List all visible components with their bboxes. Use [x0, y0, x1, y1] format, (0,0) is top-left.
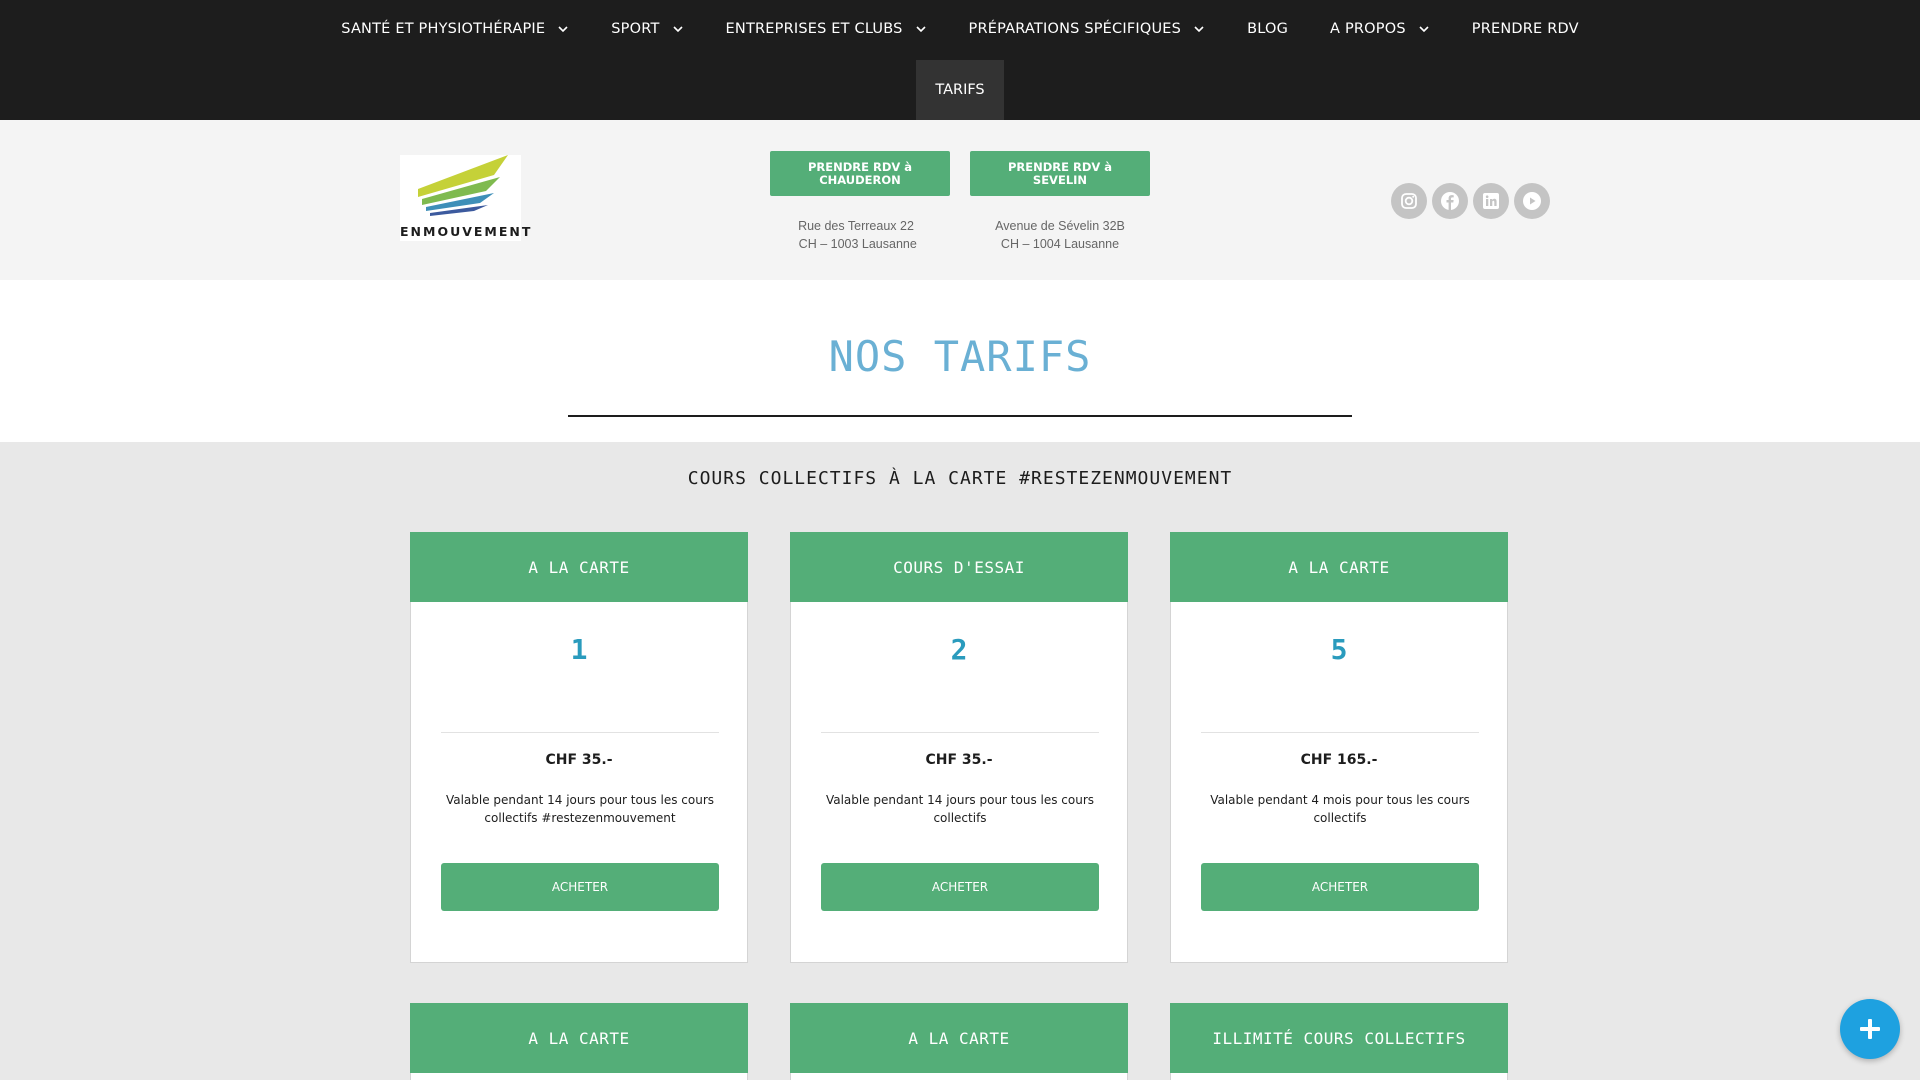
card-header: A LA CARTE	[790, 1003, 1128, 1073]
plus-icon	[1860, 1019, 1880, 1039]
nav-item-label: PRENDRE RDV	[1471, 21, 1579, 37]
nav-item-label: SPORT	[611, 21, 660, 37]
pricing-card: A LA CARTE 5 CHF 165.- Valable pendant 4…	[1170, 532, 1508, 963]
address-line: CH – 1004 Lausanne	[1000, 237, 1120, 251]
logo[interactable]: ENMOUVEMENT	[400, 155, 533, 241]
youtube-link[interactable]	[1514, 183, 1550, 219]
pricing-card: A LA CARTE	[410, 1003, 748, 1080]
nav-item-label: A PROPOS	[1330, 21, 1406, 37]
card-count: 1	[570, 633, 588, 666]
page-title: NOS TARIFS	[828, 332, 1092, 381]
logo-mark-icon	[418, 155, 508, 216]
card-divider	[821, 732, 1099, 733]
pricing-card: A LA CARTE	[790, 1003, 1128, 1080]
card-count: 2	[950, 633, 968, 666]
address-line: Rue des Terreaux 22	[798, 219, 914, 233]
nav-menu: SANTÉ ET PHYSIOTHÉRAPIE SPORT ENTREPRISE…	[0, 0, 1920, 58]
section-heading: COURS COLLECTIFS À LA CARTE #RESTEZENMOU…	[687, 468, 1233, 489]
floating-action-button[interactable]	[1840, 999, 1900, 1059]
address-chauderon: Rue des Terreaux 22 CH – 1003 Lausanne	[756, 217, 956, 253]
nav-item-a-propos[interactable]: A PROPOS	[1309, 0, 1451, 58]
card-header: A LA CARTE	[410, 532, 748, 602]
prendre-rdv-chauderon-button[interactable]: PRENDRE RDV à CHAUDERON	[770, 151, 950, 196]
top-navigation: SANTÉ ET PHYSIOTHÉRAPIE SPORT ENTREPRISE…	[0, 0, 1920, 120]
chevron-down-icon	[1419, 26, 1429, 33]
chevron-down-icon	[1194, 26, 1204, 33]
card-header: A LA CARTE	[1170, 532, 1508, 602]
nav-item-preparations[interactable]: PRÉPARATIONS SPÉCIFIQUES	[948, 0, 1227, 58]
card-description: Valable pendant 14 jours pour tous les c…	[825, 793, 1095, 825]
site-header: ENMOUVEMENT PRENDRE RDV à CHAUDERON PREN…	[0, 120, 1920, 280]
nav-item-sport[interactable]: SPORT	[590, 0, 704, 58]
card-price: CHF 35.-	[545, 752, 613, 768]
nav-menu-row-2: TARIFS	[0, 60, 1920, 120]
nav-item-sante[interactable]: SANTÉ ET PHYSIOTHÉRAPIE	[320, 0, 590, 58]
chevron-down-icon	[558, 26, 568, 33]
instagram-icon	[1401, 193, 1417, 209]
chevron-down-icon	[672, 26, 683, 33]
buy-button[interactable]: ACHETER	[1201, 863, 1479, 911]
linkedin-link[interactable]	[1473, 183, 1509, 219]
card-divider	[1201, 732, 1479, 733]
buy-button[interactable]: ACHETER	[821, 863, 1099, 911]
prendre-rdv-sevelin-button[interactable]: PRENDRE RDV à SEVELIN	[970, 151, 1150, 196]
facebook-link[interactable]	[1432, 183, 1468, 219]
instagram-link[interactable]	[1391, 183, 1427, 219]
nav-item-label: PRÉPARATIONS SPÉCIFIQUES	[968, 21, 1182, 37]
card-description: Valable pendant 14 jours pour tous les c…	[445, 793, 715, 825]
pricing-card: ILLIMITÉ COURS COLLECTIFS	[1170, 1003, 1508, 1080]
nav-item-tarifs[interactable]: TARIFS	[916, 60, 1004, 120]
buy-button[interactable]: ACHETER	[441, 863, 719, 911]
pricing-card: A LA CARTE 1 CHF 35.- Valable pendant 14…	[410, 532, 748, 963]
nav-item-label: BLOG	[1247, 21, 1289, 37]
address-line: Avenue de Sévelin 32B	[995, 219, 1125, 233]
nav-item-entreprises[interactable]: ENTREPRISES ET CLUBS	[705, 0, 948, 58]
card-header: COURS D'ESSAI	[790, 532, 1128, 602]
card-price: CHF 35.-	[925, 752, 993, 768]
card-divider	[441, 732, 719, 733]
linkedin-icon	[1483, 193, 1499, 209]
facebook-icon	[1441, 192, 1459, 210]
title-divider	[568, 415, 1352, 417]
youtube-icon	[1523, 192, 1541, 210]
card-description: Valable pendant 4 mois pour tous les cou…	[1210, 793, 1470, 825]
logo-text: ENMOUVEMENT	[400, 224, 533, 239]
nav-item-label: ENTREPRISES ET CLUBS	[725, 21, 903, 37]
pricing-card: COURS D'ESSAI 2 CHF 35.- Valable pendant…	[790, 532, 1128, 963]
address-sevelin: Avenue de Sévelin 32B CH – 1004 Lausanne	[960, 217, 1160, 253]
chevron-down-icon	[915, 26, 926, 33]
title-section: NOS TARIFS	[0, 280, 1920, 442]
nav-item-prendre-rdv[interactable]: PRENDRE RDV	[1451, 0, 1600, 58]
card-header: A LA CARTE	[410, 1003, 748, 1073]
nav-item-label: SANTÉ ET PHYSIOTHÉRAPIE	[341, 21, 546, 37]
card-header: ILLIMITÉ COURS COLLECTIFS	[1170, 1003, 1508, 1073]
card-price: CHF 165.-	[1300, 752, 1378, 768]
card-count: 5	[1330, 633, 1348, 666]
nav-item-blog[interactable]: BLOG	[1226, 0, 1309, 58]
address-line: CH – 1003 Lausanne	[795, 237, 917, 251]
